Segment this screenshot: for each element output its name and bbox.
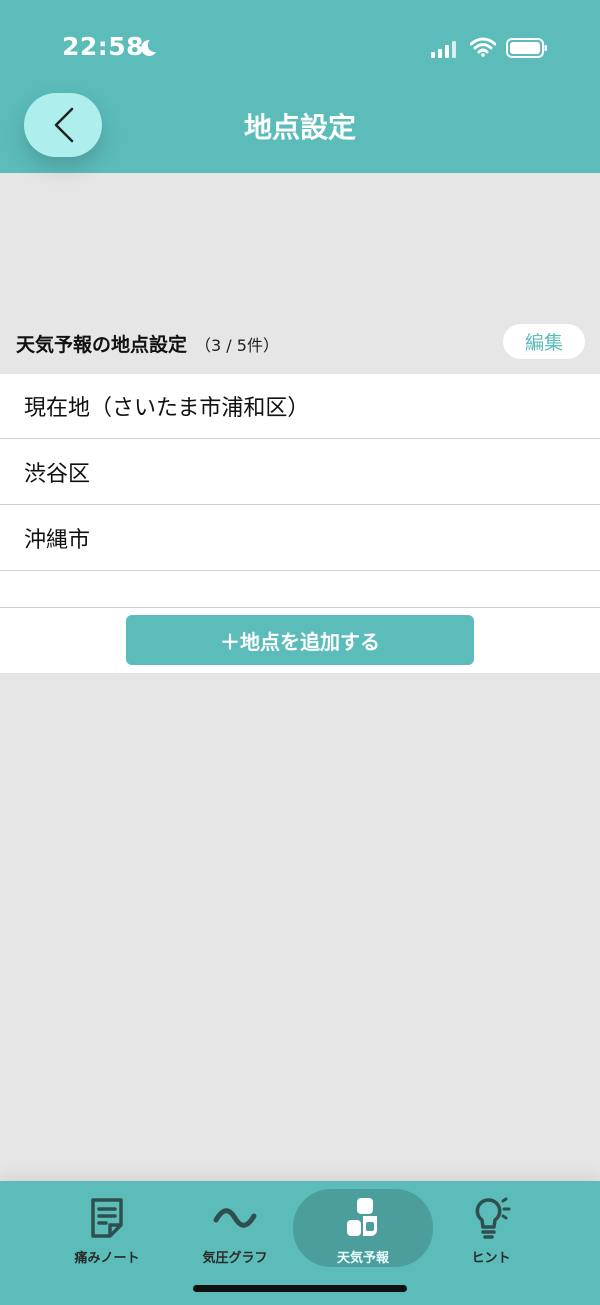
tab-label: ヒント xyxy=(471,1251,511,1266)
battery-icon xyxy=(506,38,547,58)
location-item[interactable]: 現在地（さいたま市浦和区） xyxy=(0,374,600,439)
add-location-button[interactable]: ＋地点を追加する xyxy=(126,615,474,665)
weather-icon xyxy=(347,1198,377,1236)
tab-label: 痛みノート xyxy=(74,1251,140,1266)
location-item[interactable]: 沖縄市 xyxy=(0,506,600,571)
tab-hint[interactable]: ヒント xyxy=(421,1189,561,1267)
location-item[interactable]: 渋谷区 xyxy=(0,440,600,505)
tab-pressure-graph[interactable]: 気圧グラフ xyxy=(165,1189,305,1267)
tab-pain-note[interactable]: 痛みノート xyxy=(37,1189,177,1267)
status-time: 22:58 xyxy=(62,32,145,61)
tab-label: 気圧グラフ xyxy=(202,1251,268,1266)
section-count: （3 / 5件） xyxy=(195,336,279,355)
edit-button[interactable]: 編集 xyxy=(503,324,585,359)
signal-icon xyxy=(431,41,456,58)
lightbulb-icon xyxy=(475,1197,511,1239)
header: 22:58 地点設定 xyxy=(0,0,600,173)
home-indicator[interactable] xyxy=(193,1285,407,1292)
wifi-icon xyxy=(470,37,496,57)
wave-icon xyxy=(213,1208,257,1228)
page-title: 地点設定 xyxy=(243,111,356,144)
section-title: 天気予報の地点設定 xyxy=(16,334,188,356)
tab-label: 天気予報 xyxy=(336,1251,389,1266)
location-list: 現在地（さいたま市浦和区） 渋谷区 沖縄市 ＋地点を追加する xyxy=(0,374,600,673)
tab-weather-forecast[interactable]: 天気予報 xyxy=(293,1189,433,1267)
note-icon xyxy=(91,1198,123,1238)
section-header: 天気予報の地点設定 （3 / 5件） xyxy=(16,330,279,357)
empty-row xyxy=(0,571,600,608)
moon-icon xyxy=(141,39,156,56)
